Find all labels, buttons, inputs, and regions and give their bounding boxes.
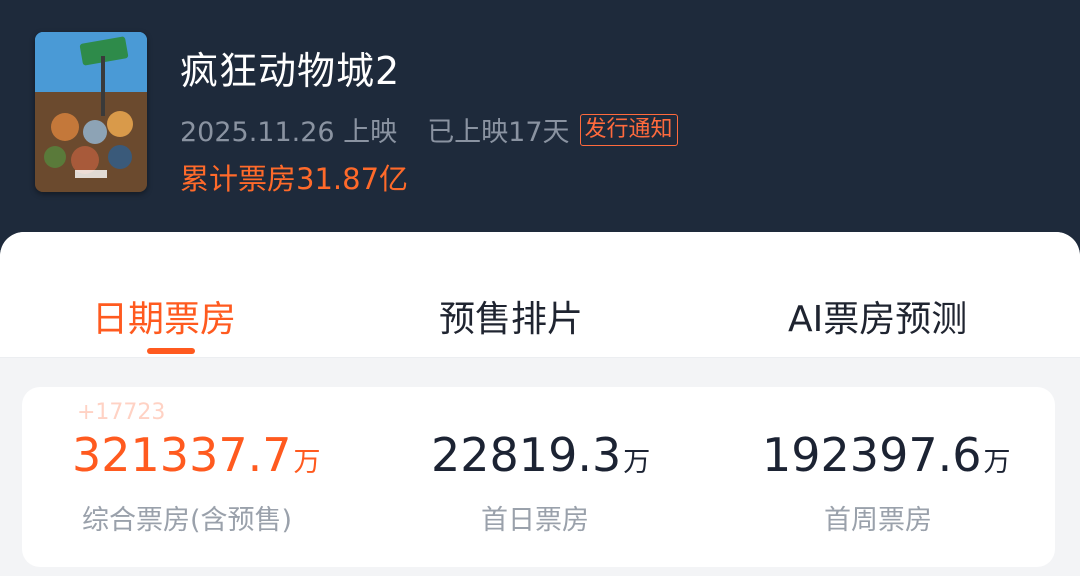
first-week-box-office-value: 192397.6万 bbox=[762, 428, 1011, 482]
movie-meta: 2025.11.26 上映 已上映17天 发行通知 bbox=[180, 110, 678, 149]
tab-bar: 日期票房 预售排片 AI票房预测 bbox=[0, 232, 1080, 358]
active-tab-indicator bbox=[147, 348, 195, 354]
cumulative-box-office: 累计票房31.87亿 bbox=[180, 162, 409, 196]
movie-title: 疯狂动物城2 bbox=[180, 49, 401, 93]
days-showing: 已上映17天 bbox=[427, 117, 570, 148]
stat-unit: 万 bbox=[623, 447, 651, 478]
total-box-office-value: 321337.7万 bbox=[72, 428, 321, 482]
stat-number: 192397.6 bbox=[762, 428, 982, 482]
box-office-delta: +17723 bbox=[77, 400, 166, 425]
first-day-box-office-label: 首日票房 bbox=[481, 505, 589, 536]
movie-poster[interactable] bbox=[35, 32, 147, 192]
stat-unit: 万 bbox=[293, 447, 321, 478]
tab-date-box-office[interactable]: 日期票房 bbox=[92, 290, 236, 342]
first-day-box-office-value: 22819.3万 bbox=[431, 428, 650, 482]
stat-unit: 万 bbox=[983, 447, 1011, 478]
first-week-box-office-label: 首周票房 bbox=[824, 505, 932, 536]
tab-ai-forecast[interactable]: AI票房预测 bbox=[788, 290, 967, 342]
total-box-office-label: 综合票房(含预售) bbox=[82, 505, 293, 536]
tab-presale-schedule[interactable]: 预售排片 bbox=[439, 290, 583, 342]
stat-number: 321337.7 bbox=[72, 428, 292, 482]
stat-number: 22819.3 bbox=[431, 428, 622, 482]
release-date: 2025.11.26 上映 bbox=[180, 117, 398, 148]
distribution-notice-button[interactable]: 发行通知 bbox=[579, 113, 678, 146]
poster-image bbox=[35, 32, 147, 192]
